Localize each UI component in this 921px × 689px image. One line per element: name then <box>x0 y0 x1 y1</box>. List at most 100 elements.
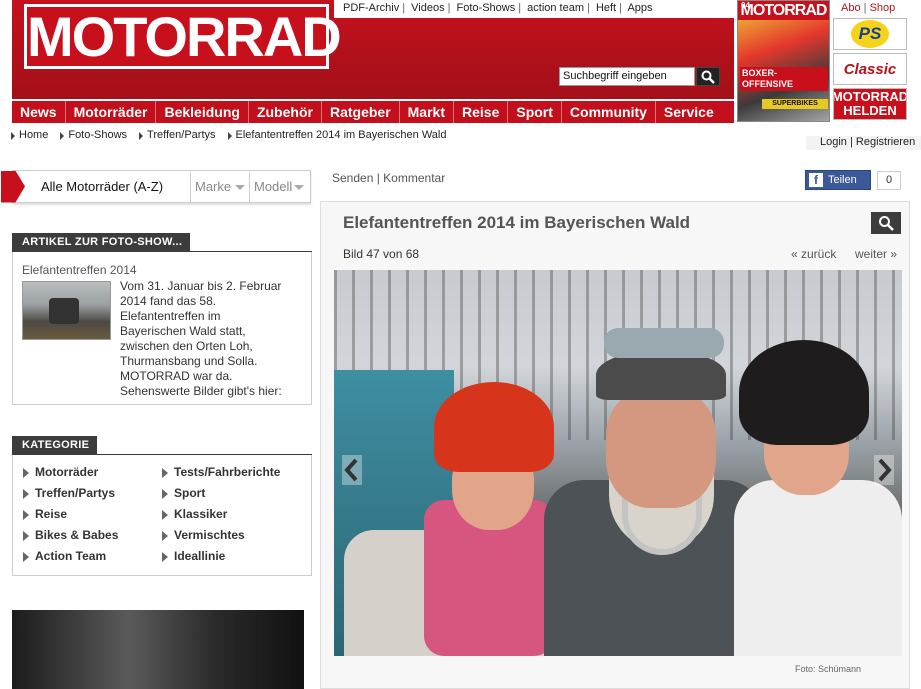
model-selector: Alle Motorräder (A-Z) Marke Modell <box>1 170 311 203</box>
category-klassiker[interactable]: Klassiker <box>162 504 280 525</box>
photo-jacket <box>734 480 902 656</box>
account-links: Login | Registrieren <box>806 136 921 150</box>
category-list-right: Tests/Fahrberichte Sport Klassiker Vermi… <box>162 462 280 567</box>
send-link[interactable]: Senden <box>332 171 373 185</box>
nav-news[interactable]: News <box>12 101 66 123</box>
category-motorraeder[interactable]: Motorräder <box>23 462 118 483</box>
next-image-link[interactable]: weiter » <box>855 247 897 261</box>
search-button[interactable] <box>696 67 720 86</box>
teaser-line: zwischen den Orten Loh, <box>120 339 253 353</box>
classic-logo[interactable]: Classic <box>833 53 907 85</box>
photo-goggles <box>604 328 724 358</box>
magazine-title: MOTORRAD <box>738 1 829 20</box>
teaser-image[interactable] <box>12 610 304 689</box>
teaser-line: MOTORRAD war da. <box>120 369 233 383</box>
teaser-line: 2014 fand das 58. <box>120 294 217 308</box>
chevron-right-icon[interactable] <box>874 455 894 485</box>
breadcrumb-foto-shows[interactable]: Foto-Shows <box>59 129 127 143</box>
facebook-share-label: Teilen <box>828 174 857 186</box>
magazine-issue: 04 <box>741 1 750 10</box>
top-link-heft[interactable]: Heft <box>596 2 616 14</box>
photo-hat <box>739 340 869 445</box>
category-list-left: Motorräder Treffen/Partys Reise Bikes & … <box>23 462 118 567</box>
arrow-marker-icon <box>1 170 25 203</box>
register-link[interactable]: Registrieren <box>856 136 915 148</box>
teaser-line: Thurmansbang und Solla. <box>120 354 258 368</box>
site-header: MOTORRAD PDF-Archiv | Videos | Foto-Shows |… <box>0 0 921 128</box>
breadcrumb-current: Elefantentreffen 2014 im Bayerischen Wal… <box>227 129 447 143</box>
ps-logo[interactable]: PS <box>833 18 907 50</box>
top-link-action-team[interactable]: action team <box>527 2 584 14</box>
nav-markt[interactable]: Markt <box>400 101 454 123</box>
category-action-team[interactable]: Action Team <box>23 546 118 567</box>
comment-link[interactable]: Kommentar <box>383 171 445 185</box>
facebook-icon: f <box>809 173 823 187</box>
teaser-line: Bayerischen Wald statt, <box>120 324 246 338</box>
teaser-line: Vom 31. Januar bis 2. Februar <box>120 279 282 293</box>
top-link-foto-shows[interactable]: Foto-Shows <box>457 2 516 14</box>
category-treffen-partys[interactable]: Treffen/Partys <box>23 483 118 504</box>
image-counter: Bild 47 von 68 <box>343 247 420 261</box>
nav-service[interactable]: Service <box>656 101 722 123</box>
category-tests[interactable]: Tests/Fahrberichte <box>162 462 280 483</box>
gallery-photo[interactable] <box>334 270 902 656</box>
top-links: PDF-Archiv | Videos | Foto-Shows | action t… <box>334 0 734 18</box>
nav-zubehoer[interactable]: Zubehör <box>249 101 322 123</box>
abo-shop-links: Abo | Shop <box>841 2 896 14</box>
category-ideallinie[interactable]: Ideallinie <box>162 546 280 567</box>
gallery-title: Elefantentreffen 2014 im Bayerischen Wal… <box>343 213 691 232</box>
nav-reise[interactable]: Reise <box>454 101 509 123</box>
nav-sport[interactable]: Sport <box>508 101 562 123</box>
article-thumbnail[interactable] <box>22 281 111 340</box>
side-logos: PS Classic MOTORRAD HELDEN <box>833 18 907 122</box>
category-vermischtes[interactable]: Vermischtes <box>162 525 280 546</box>
logo-text: MOTORRAD <box>27 5 342 68</box>
top-link-videos[interactable]: Videos <box>411 2 444 14</box>
search-icon <box>701 70 715 84</box>
magazine-cover[interactable]: MOTORRAD 04 BOXER-OFFENSIVE SUPERBIKES <box>737 0 830 122</box>
site-logo[interactable]: MOTORRAD <box>24 4 342 69</box>
category-sport[interactable]: Sport <box>162 483 280 504</box>
zoom-button[interactable] <box>871 212 901 234</box>
nav-bekleidung[interactable]: Bekleidung <box>156 101 249 123</box>
helden-logo[interactable]: MOTORRAD HELDEN <box>833 88 907 120</box>
article-title[interactable]: Elefantentreffen 2014 <box>22 263 137 277</box>
helden-logo-text: MOTORRAD HELDEN <box>834 89 906 119</box>
abo-link[interactable]: Abo <box>841 2 861 14</box>
search-icon <box>879 216 894 231</box>
chevron-left-icon[interactable] <box>342 455 362 485</box>
main-nav: News Motorräder Bekleidung Zubehör Ratge… <box>12 101 734 123</box>
nav-ratgeber[interactable]: Ratgeber <box>322 101 400 123</box>
category-reise[interactable]: Reise <box>23 504 118 525</box>
breadcrumb: Home Foto-Shows Treffen/Partys Elefanten… <box>10 129 458 143</box>
teaser-line: Elefantentreffen im <box>120 309 221 323</box>
photo-face <box>606 388 716 508</box>
ps-logo-text: PS <box>851 20 889 48</box>
nav-motorraeder[interactable]: Motorräder <box>66 101 157 123</box>
top-link-pdf-archiv[interactable]: PDF-Archiv <box>343 2 399 14</box>
all-bikes-link[interactable]: Alle Motorräder (A-Z) <box>25 179 190 194</box>
nav-community[interactable]: Community <box>562 101 656 123</box>
article-teaser: Vom 31. Januar bis 2. Februar 2014 fand … <box>120 279 300 399</box>
brand-dropdown[interactable]: Marke <box>190 171 249 202</box>
magazine-headline: BOXER-OFFENSIVE <box>740 67 828 91</box>
previous-image-link[interactable]: « zurück <box>791 247 836 261</box>
teaser-line[interactable]: Sehenswerte Bilder gibt's hier: <box>120 384 300 399</box>
photo-hat <box>434 382 554 472</box>
search-input[interactable]: Suchbegriff eingeben <box>559 67 695 86</box>
model-dropdown[interactable]: Modell <box>249 171 308 202</box>
top-link-apps[interactable]: Apps <box>627 2 652 14</box>
magazine-sub: SUPERBIKES <box>762 99 828 109</box>
classic-logo-text: Classic <box>843 60 897 78</box>
breadcrumb-treffen-partys[interactable]: Treffen/Partys <box>138 129 216 143</box>
login-link[interactable]: Login <box>820 136 847 148</box>
shop-link[interactable]: Shop <box>870 2 896 14</box>
article-box-heading: ARTIKEL ZUR FOTO-SHOW... <box>12 233 191 252</box>
facebook-share-count: 0 <box>877 171 901 190</box>
category-bikes-babes[interactable]: Bikes & Babes <box>23 525 118 546</box>
breadcrumb-home[interactable]: Home <box>10 129 48 143</box>
photo-credit: Foto: Schümann <box>795 664 862 674</box>
category-box-heading: KATEGORIE <box>12 436 98 455</box>
share-links: Senden | Kommentar <box>332 171 446 185</box>
facebook-share-button[interactable]: f Teilen <box>805 170 871 190</box>
